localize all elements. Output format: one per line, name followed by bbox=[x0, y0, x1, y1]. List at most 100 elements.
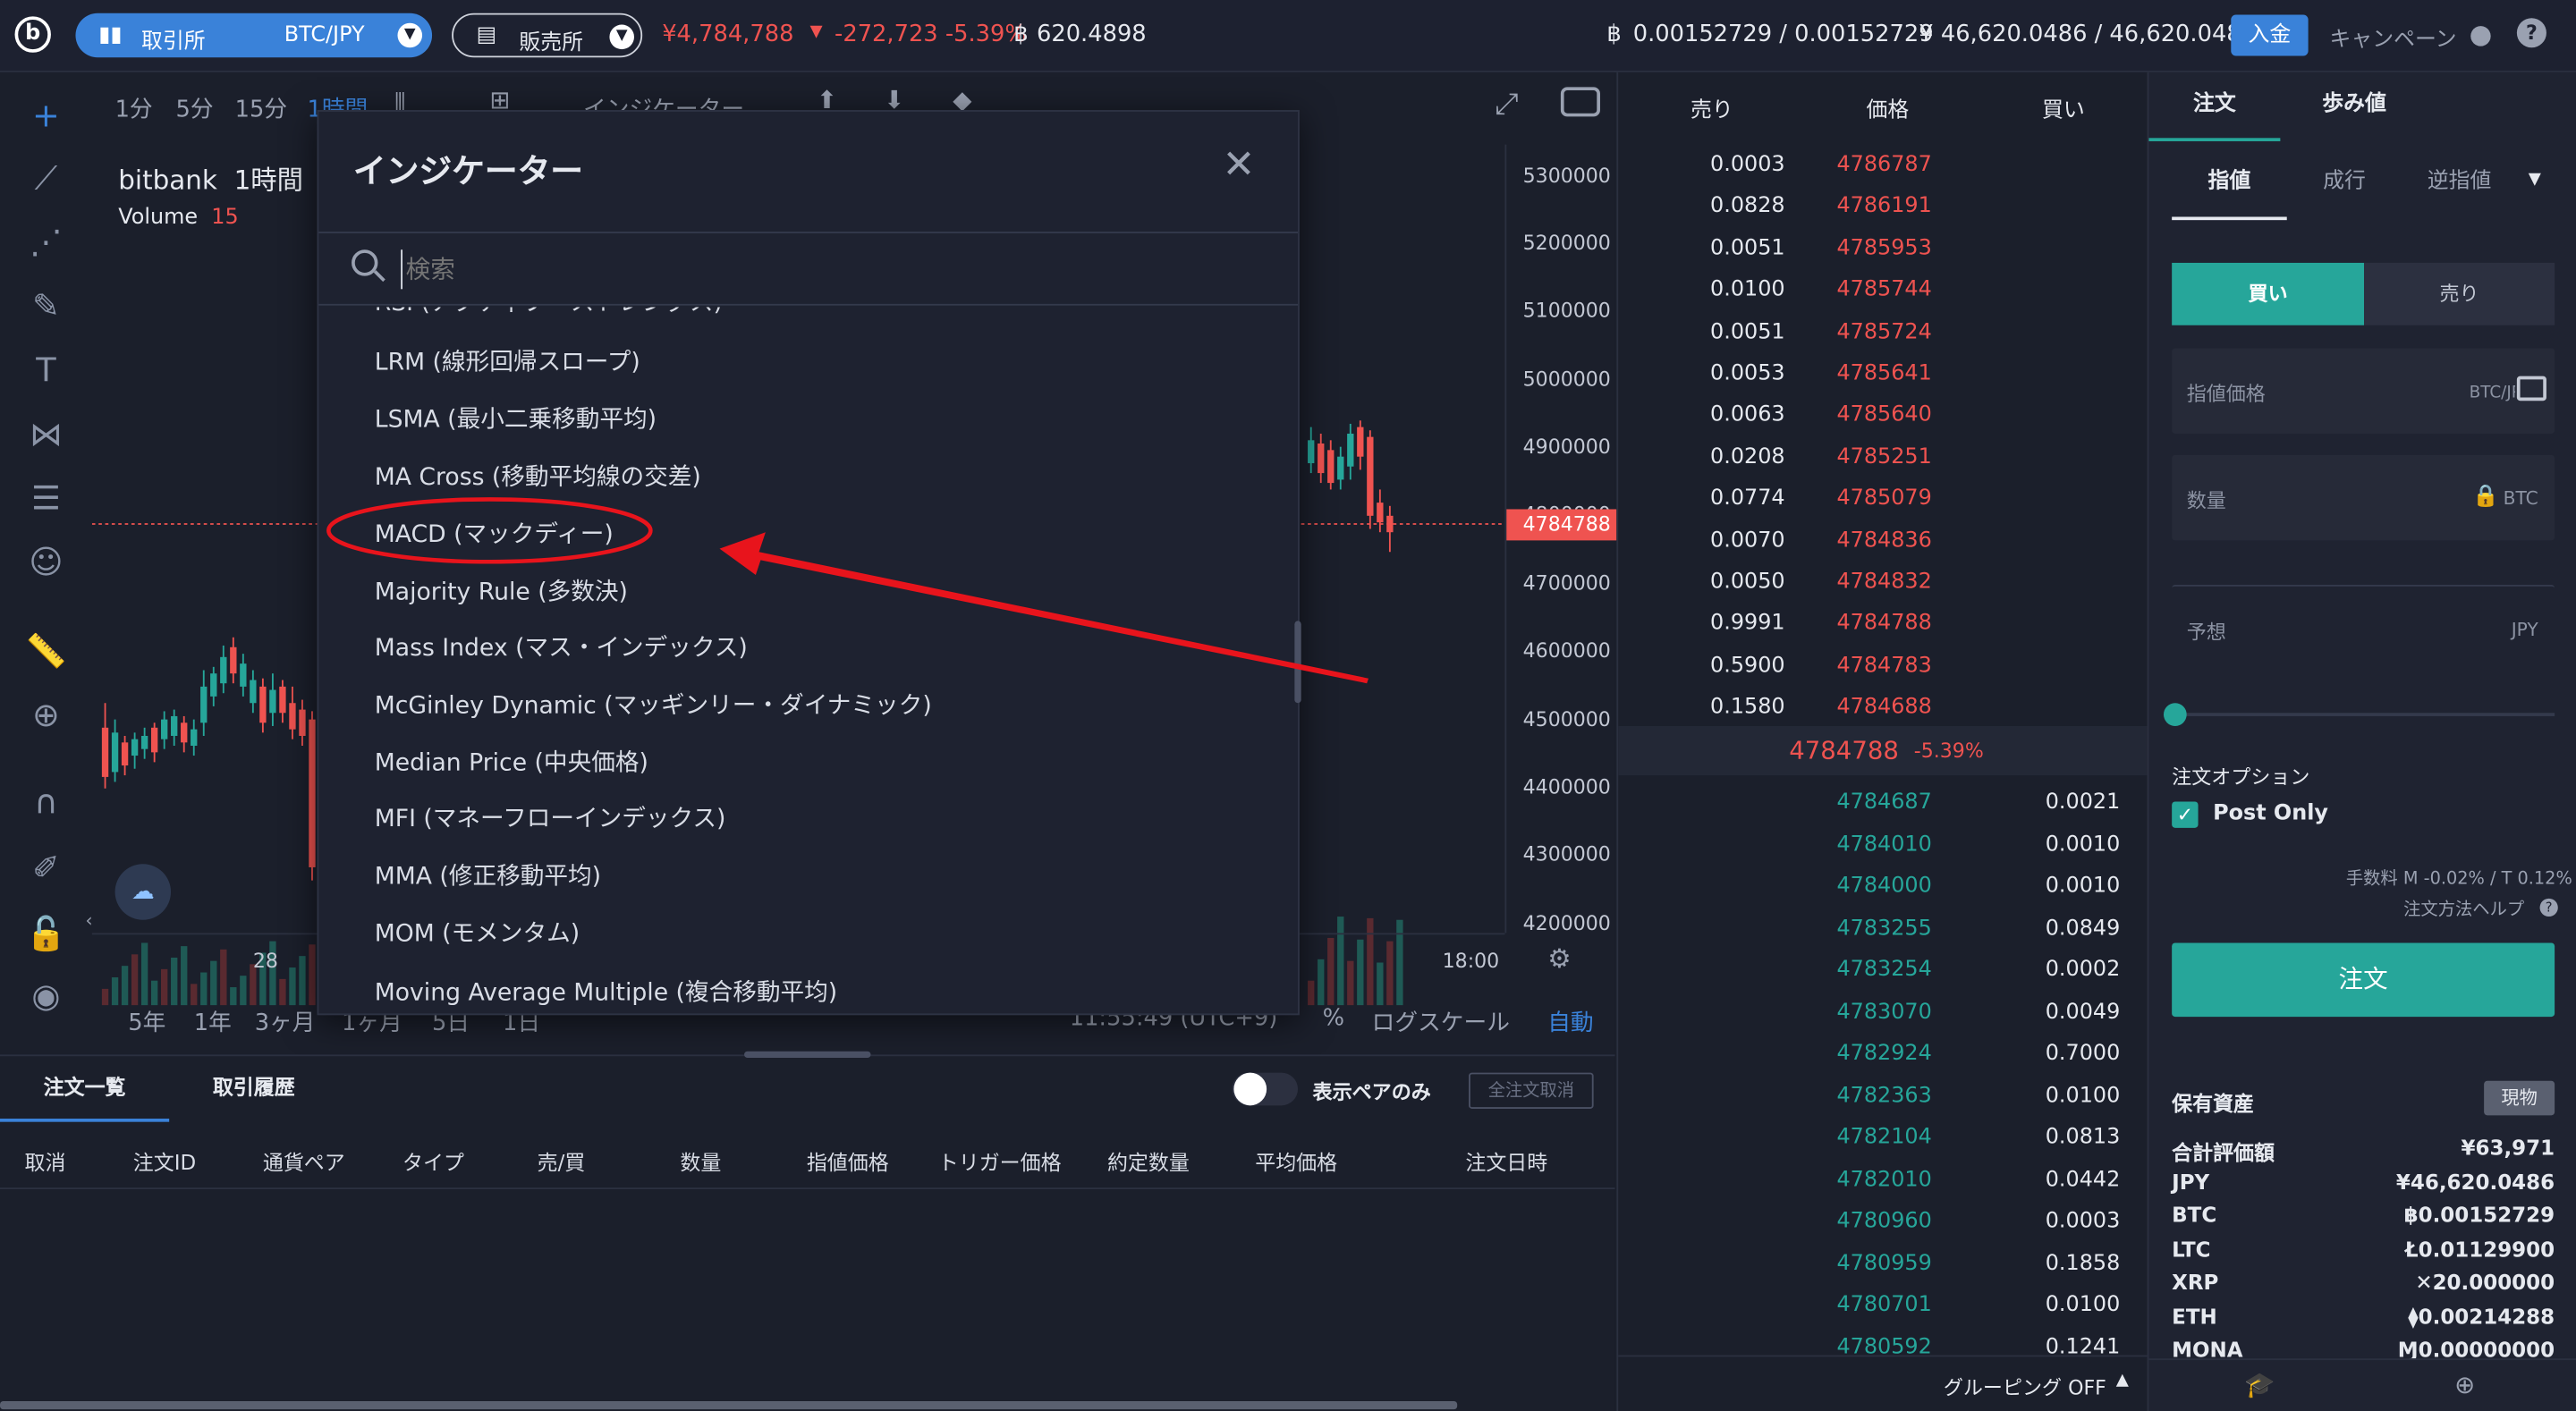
list-item[interactable]: McGinley Dynamic (マッギンリー・ダイナミック) bbox=[375, 687, 932, 722]
fullscreen-icon[interactable]: ⤢ bbox=[1495, 87, 1518, 122]
ask-price[interactable]: 4785251 bbox=[1836, 444, 1931, 469]
bid-price[interactable]: 4784010 bbox=[1836, 832, 1931, 857]
bitbank-logo-icon[interactable]: b bbox=[14, 16, 51, 53]
search-input[interactable] bbox=[401, 249, 1223, 290]
tradingview-logo-icon[interactable]: ☁ bbox=[114, 864, 172, 920]
ask-price[interactable]: 4784836 bbox=[1836, 528, 1931, 553]
range-3m[interactable]: 3ヶ月 bbox=[255, 1005, 316, 1038]
trend-line-icon[interactable]: ⟋ bbox=[23, 155, 69, 200]
ask-price[interactable]: 4785641 bbox=[1836, 361, 1931, 386]
bid-price[interactable]: 4780959 bbox=[1836, 1251, 1931, 1276]
bid-price[interactable]: 4780960 bbox=[1836, 1209, 1931, 1234]
campaign-link[interactable]: キャンペーン bbox=[2329, 21, 2456, 53]
buy-toggle[interactable]: 買い bbox=[2172, 262, 2365, 325]
eye-icon[interactable]: ◉ bbox=[23, 973, 69, 1018]
list-item[interactable]: Moving Average Multiple (複合移動平均) bbox=[375, 974, 837, 1009]
type-stop[interactable]: 逆指値 bbox=[2402, 155, 2517, 220]
list-item[interactable]: LRM (線形回帰スロープ) bbox=[375, 343, 640, 378]
tab-order[interactable]: 注文 bbox=[2148, 72, 2281, 141]
globe-icon[interactable]: ⊕ bbox=[2454, 1370, 2475, 1399]
indicator-list[interactable]: RSI (アクティブ・ストレングス) LRM (線形回帰スロープ) LSMA (… bbox=[318, 308, 1298, 1014]
list-item[interactable]: MFI (マネーフローインデックス) bbox=[375, 800, 726, 835]
type-market[interactable]: 成行 bbox=[2287, 155, 2402, 220]
percent-toggle[interactable]: % bbox=[1323, 1005, 1344, 1031]
store-selector[interactable]: ▤ 販売所 ▼ bbox=[452, 13, 643, 58]
help-icon[interactable]: ? bbox=[2539, 898, 2558, 917]
crosshair-icon[interactable]: + bbox=[23, 92, 69, 138]
bid-price[interactable]: 4784687 bbox=[1836, 790, 1931, 815]
log-scale-toggle[interactable]: ログスケール bbox=[1372, 1005, 1510, 1038]
bid-price[interactable]: 4784000 bbox=[1836, 874, 1931, 899]
lock-icon[interactable]: 🔒 bbox=[2472, 485, 2499, 510]
cancel-all-button[interactable]: 全注文取消 bbox=[1469, 1072, 1594, 1109]
pencil-lock-icon[interactable]: ✐ bbox=[23, 844, 69, 890]
list-item[interactable]: LSMA (最小二乗移動平均) bbox=[375, 401, 657, 435]
limit-price-field[interactable]: 指値価格 BTC/JPY bbox=[2172, 348, 2555, 434]
interval-5m[interactable]: 5分 bbox=[176, 92, 214, 125]
search-box[interactable] bbox=[318, 232, 1299, 306]
list-item[interactable]: Mass Index (マス・インデックス) bbox=[375, 629, 748, 664]
ask-price[interactable]: 4785744 bbox=[1836, 278, 1931, 303]
ask-price[interactable]: 4784832 bbox=[1836, 570, 1931, 595]
tab-trades[interactable]: 歩み値 bbox=[2280, 72, 2428, 141]
list-scrollbar[interactable] bbox=[1294, 621, 1301, 704]
ask-price[interactable]: 4784788 bbox=[1836, 612, 1931, 637]
submit-order-button[interactable]: 注文 bbox=[2172, 942, 2555, 1018]
interval-15m[interactable]: 15分 bbox=[235, 92, 287, 125]
list-item[interactable]: RSI (アクティブ・ストレングス) bbox=[375, 308, 723, 319]
price-axis[interactable]: 5300000 5200000 5100000 5000000 4900000 … bbox=[1504, 144, 1617, 934]
learn-icon[interactable]: 🎓 bbox=[2244, 1370, 2275, 1399]
camera-icon[interactable] bbox=[1560, 87, 1600, 117]
bid-price[interactable]: 4782363 bbox=[1836, 1084, 1931, 1109]
exchange-selector[interactable]: ▮▮ 取引所 BTC/JPY ▼ bbox=[75, 13, 433, 58]
user-icon[interactable]: ● bbox=[2470, 18, 2493, 49]
ruler-icon[interactable]: 📏 bbox=[23, 628, 69, 673]
zoom-in-icon[interactable]: ⊕ bbox=[23, 691, 69, 737]
bid-price[interactable]: 4782924 bbox=[1836, 1042, 1931, 1067]
type-limit[interactable]: 指値 bbox=[2172, 155, 2287, 221]
post-only-label[interactable]: Post Only bbox=[2213, 801, 2328, 826]
list-item[interactable]: Median Price (中央価格) bbox=[375, 744, 648, 779]
help-icon[interactable]: ? bbox=[2516, 18, 2546, 48]
panel-resize-handle[interactable] bbox=[744, 1051, 871, 1059]
list-item[interactable]: MMA (修正移動平均) bbox=[375, 858, 601, 892]
ask-price[interactable]: 4785953 bbox=[1836, 236, 1931, 261]
magnet-icon[interactable]: ∩ bbox=[23, 779, 69, 824]
list-item-macd[interactable]: MACD (マックディー) bbox=[375, 516, 614, 551]
ask-price[interactable]: 4785724 bbox=[1836, 319, 1931, 344]
emoji-icon[interactable]: ☺ bbox=[23, 539, 69, 585]
sell-toggle[interactable]: 売り bbox=[2364, 262, 2555, 325]
ask-price[interactable]: 4786191 bbox=[1836, 194, 1931, 219]
bid-price[interactable]: 4783254 bbox=[1836, 958, 1931, 983]
fib-icon[interactable]: ⋰ bbox=[23, 218, 69, 264]
amount-slider[interactable] bbox=[2172, 713, 2555, 716]
ask-price[interactable]: 4785640 bbox=[1836, 403, 1931, 428]
slider-handle[interactable] bbox=[2163, 703, 2187, 726]
bid-price[interactable]: 4783070 bbox=[1836, 1000, 1931, 1025]
auto-scale-toggle[interactable]: 自動 bbox=[1547, 1005, 1593, 1038]
interval-1m[interactable]: 1分 bbox=[115, 92, 153, 125]
ask-price[interactable]: 4784688 bbox=[1836, 695, 1931, 720]
ask-price[interactable]: 4785079 bbox=[1836, 486, 1931, 511]
order-help-link[interactable]: 注文方法ヘルプ bbox=[2403, 897, 2524, 922]
close-icon[interactable]: ✕ bbox=[1223, 141, 1256, 187]
deposit-button[interactable]: 入金 bbox=[2231, 14, 2309, 56]
list-item[interactable]: MOM (モメンタム) bbox=[375, 915, 580, 950]
tab-trade-history[interactable]: 取引履歴 bbox=[169, 1056, 338, 1121]
list-item[interactable]: MA Cross (移動平均線の交差) bbox=[375, 459, 701, 494]
tab-open-orders[interactable]: 注文一覧 bbox=[0, 1056, 170, 1122]
pattern-icon[interactable]: ⋈ bbox=[23, 410, 69, 456]
prediction-icon[interactable]: ☰ bbox=[23, 475, 69, 520]
calculator-icon[interactable] bbox=[2516, 376, 2546, 401]
bid-price[interactable]: 4782010 bbox=[1836, 1167, 1931, 1192]
spot-badge[interactable]: 現物 bbox=[2484, 1080, 2555, 1116]
lock-icon[interactable]: 🔓 bbox=[23, 910, 69, 956]
bid-price[interactable]: 4780701 bbox=[1836, 1293, 1931, 1318]
range-1y[interactable]: 1年 bbox=[194, 1005, 232, 1038]
pair-only-toggle[interactable] bbox=[1232, 1072, 1299, 1106]
axis-settings-icon[interactable]: ⚙ bbox=[1547, 942, 1571, 974]
ask-price[interactable]: 4784783 bbox=[1836, 654, 1931, 679]
range-5y[interactable]: 5年 bbox=[128, 1005, 165, 1038]
horizontal-scrollbar[interactable] bbox=[0, 1400, 1458, 1410]
caret-down-icon[interactable]: ▼ bbox=[2529, 171, 2541, 189]
